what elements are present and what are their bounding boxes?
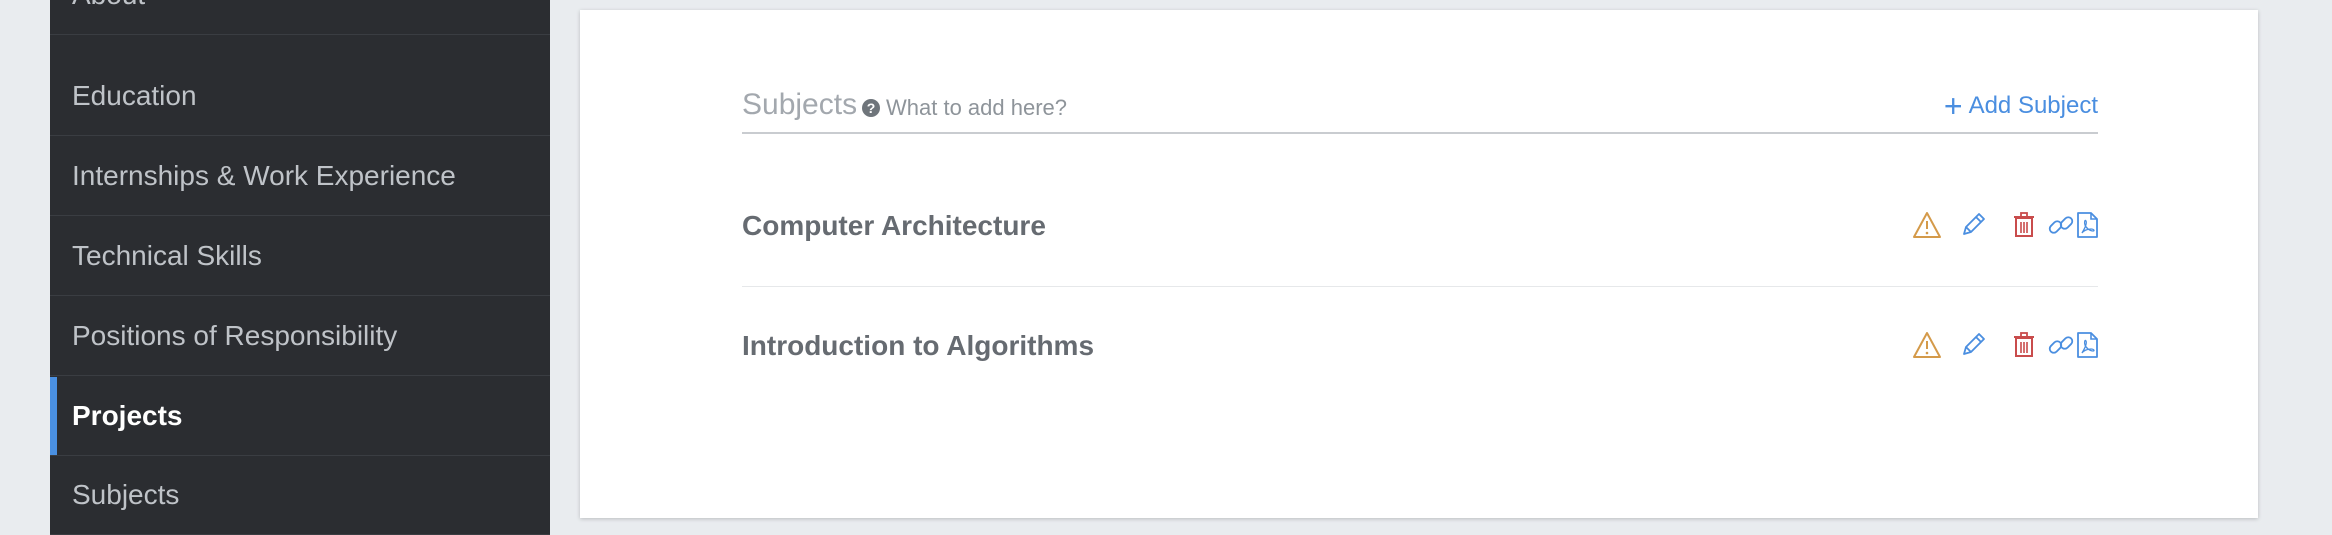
sidebar-item-internships[interactable]: Internships & Work Experience [50,137,550,216]
help-text: What to add here? [886,95,1068,120]
subject-name: Introduction to Algorithms [742,330,1095,361]
sidebar-item-education[interactable]: Education [50,57,550,136]
delete-trash-icon[interactable] [2009,210,2039,240]
subjects-panel: Subjects ? What to add here? + Add Subje… [580,10,2258,518]
sidebar-item-label: About [72,0,145,11]
pdf-icon[interactable] [2072,330,2102,360]
subject-row: Computer Architecture [742,166,2098,287]
warning-icon[interactable] [1912,210,1942,240]
sidebar-item-projects[interactable]: Projects [50,377,550,456]
pdf-icon[interactable] [2072,210,2102,240]
subject-name: Computer Architecture [742,210,1046,241]
edit-pencil-icon[interactable] [1958,210,1988,240]
sidebar-item-label: Technical Skills [72,240,262,271]
sidebar-item-label: Projects [72,400,183,431]
question-circle-icon: ? [862,99,880,117]
sidebar-item-label: Positions of Responsibility [72,320,398,351]
sidebar-nav: About Education Internships & Work Exper… [50,0,550,535]
sidebar-item-about[interactable]: About [50,0,550,35]
sidebar-item-technical-skills[interactable]: Technical Skills [50,217,550,296]
help-hint[interactable]: ? What to add here? [862,95,1067,121]
subject-row: Introduction to Algorithms [742,286,2098,406]
edit-pencil-icon[interactable] [1958,330,1988,360]
sidebar-item-label: Subjects [72,479,180,510]
page-title: Subjects [742,88,858,121]
panel-header: Subjects ? What to add here? + Add Subje… [742,76,2098,134]
warning-icon[interactable] [1912,330,1942,360]
sidebar-item-subjects[interactable]: Subjects [50,456,550,535]
delete-trash-icon[interactable] [2009,330,2039,360]
sidebar-item-positions[interactable]: Positions of Responsibility [50,297,550,376]
add-subject-button[interactable]: + Add Subject [1943,88,2098,124]
add-subject-label: Add Subject [1968,92,2098,119]
sidebar-item-label: Internships & Work Experience [72,160,456,191]
plus-icon: + [1943,88,1963,124]
row-actions [1912,330,2098,362]
row-actions [1912,210,2098,242]
sidebar-item-label: Education [72,80,197,111]
